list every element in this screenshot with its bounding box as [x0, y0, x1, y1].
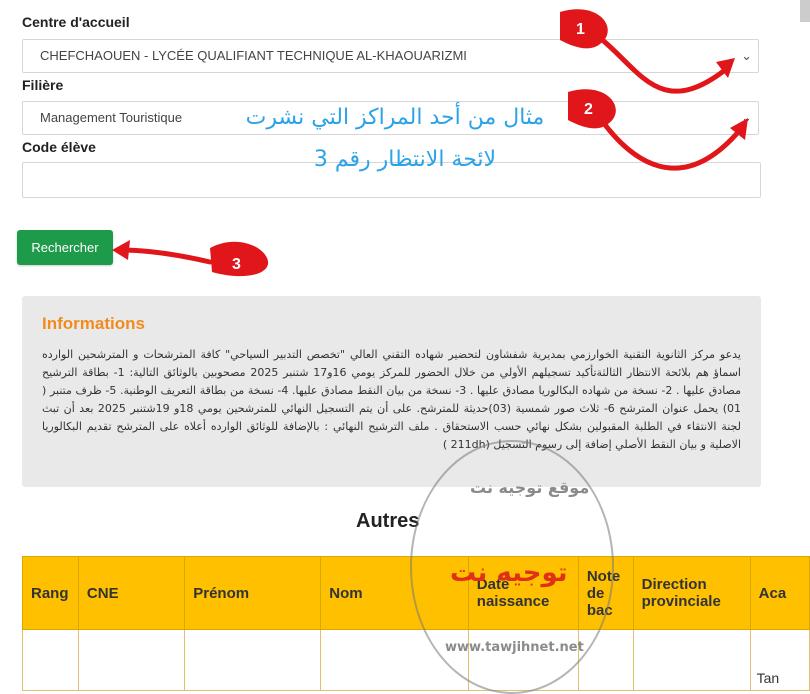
- informations-title: Informations: [42, 314, 145, 333]
- arrow-label-1: 1: [576, 21, 585, 38]
- arrow-2: [597, 115, 743, 171]
- table-cell-academie: Tan: [749, 629, 810, 691]
- arrow-3: [117, 247, 213, 265]
- informations-panel: Informations يدعو مركز الثانوية التقنية …: [22, 296, 761, 487]
- col-prenom: Prénom: [184, 556, 322, 630]
- arrow-label-2: 2: [584, 101, 593, 118]
- col-direction-provinciale: Direction provinciale: [632, 556, 751, 630]
- watermark-arc-text: موقع توجيه نت: [470, 478, 590, 497]
- informations-text: يدعو مركز الثانوية التقنية الخوارزمي بمد…: [42, 348, 741, 451]
- section-title-autres: Autres: [356, 510, 420, 532]
- col-rang: Rang: [22, 556, 79, 630]
- scrollbar-thumb[interactable]: [800, 0, 810, 22]
- col-cne: CNE: [77, 556, 186, 630]
- watermark-brand: توجيه نت: [450, 558, 568, 588]
- table-row: Tan: [22, 629, 810, 691]
- arrow-1: [597, 35, 728, 94]
- watermark-url: www.tawjihnet.net: [445, 640, 584, 655]
- arrow-label-3: 3: [232, 256, 241, 273]
- col-academie: Aca: [749, 556, 810, 630]
